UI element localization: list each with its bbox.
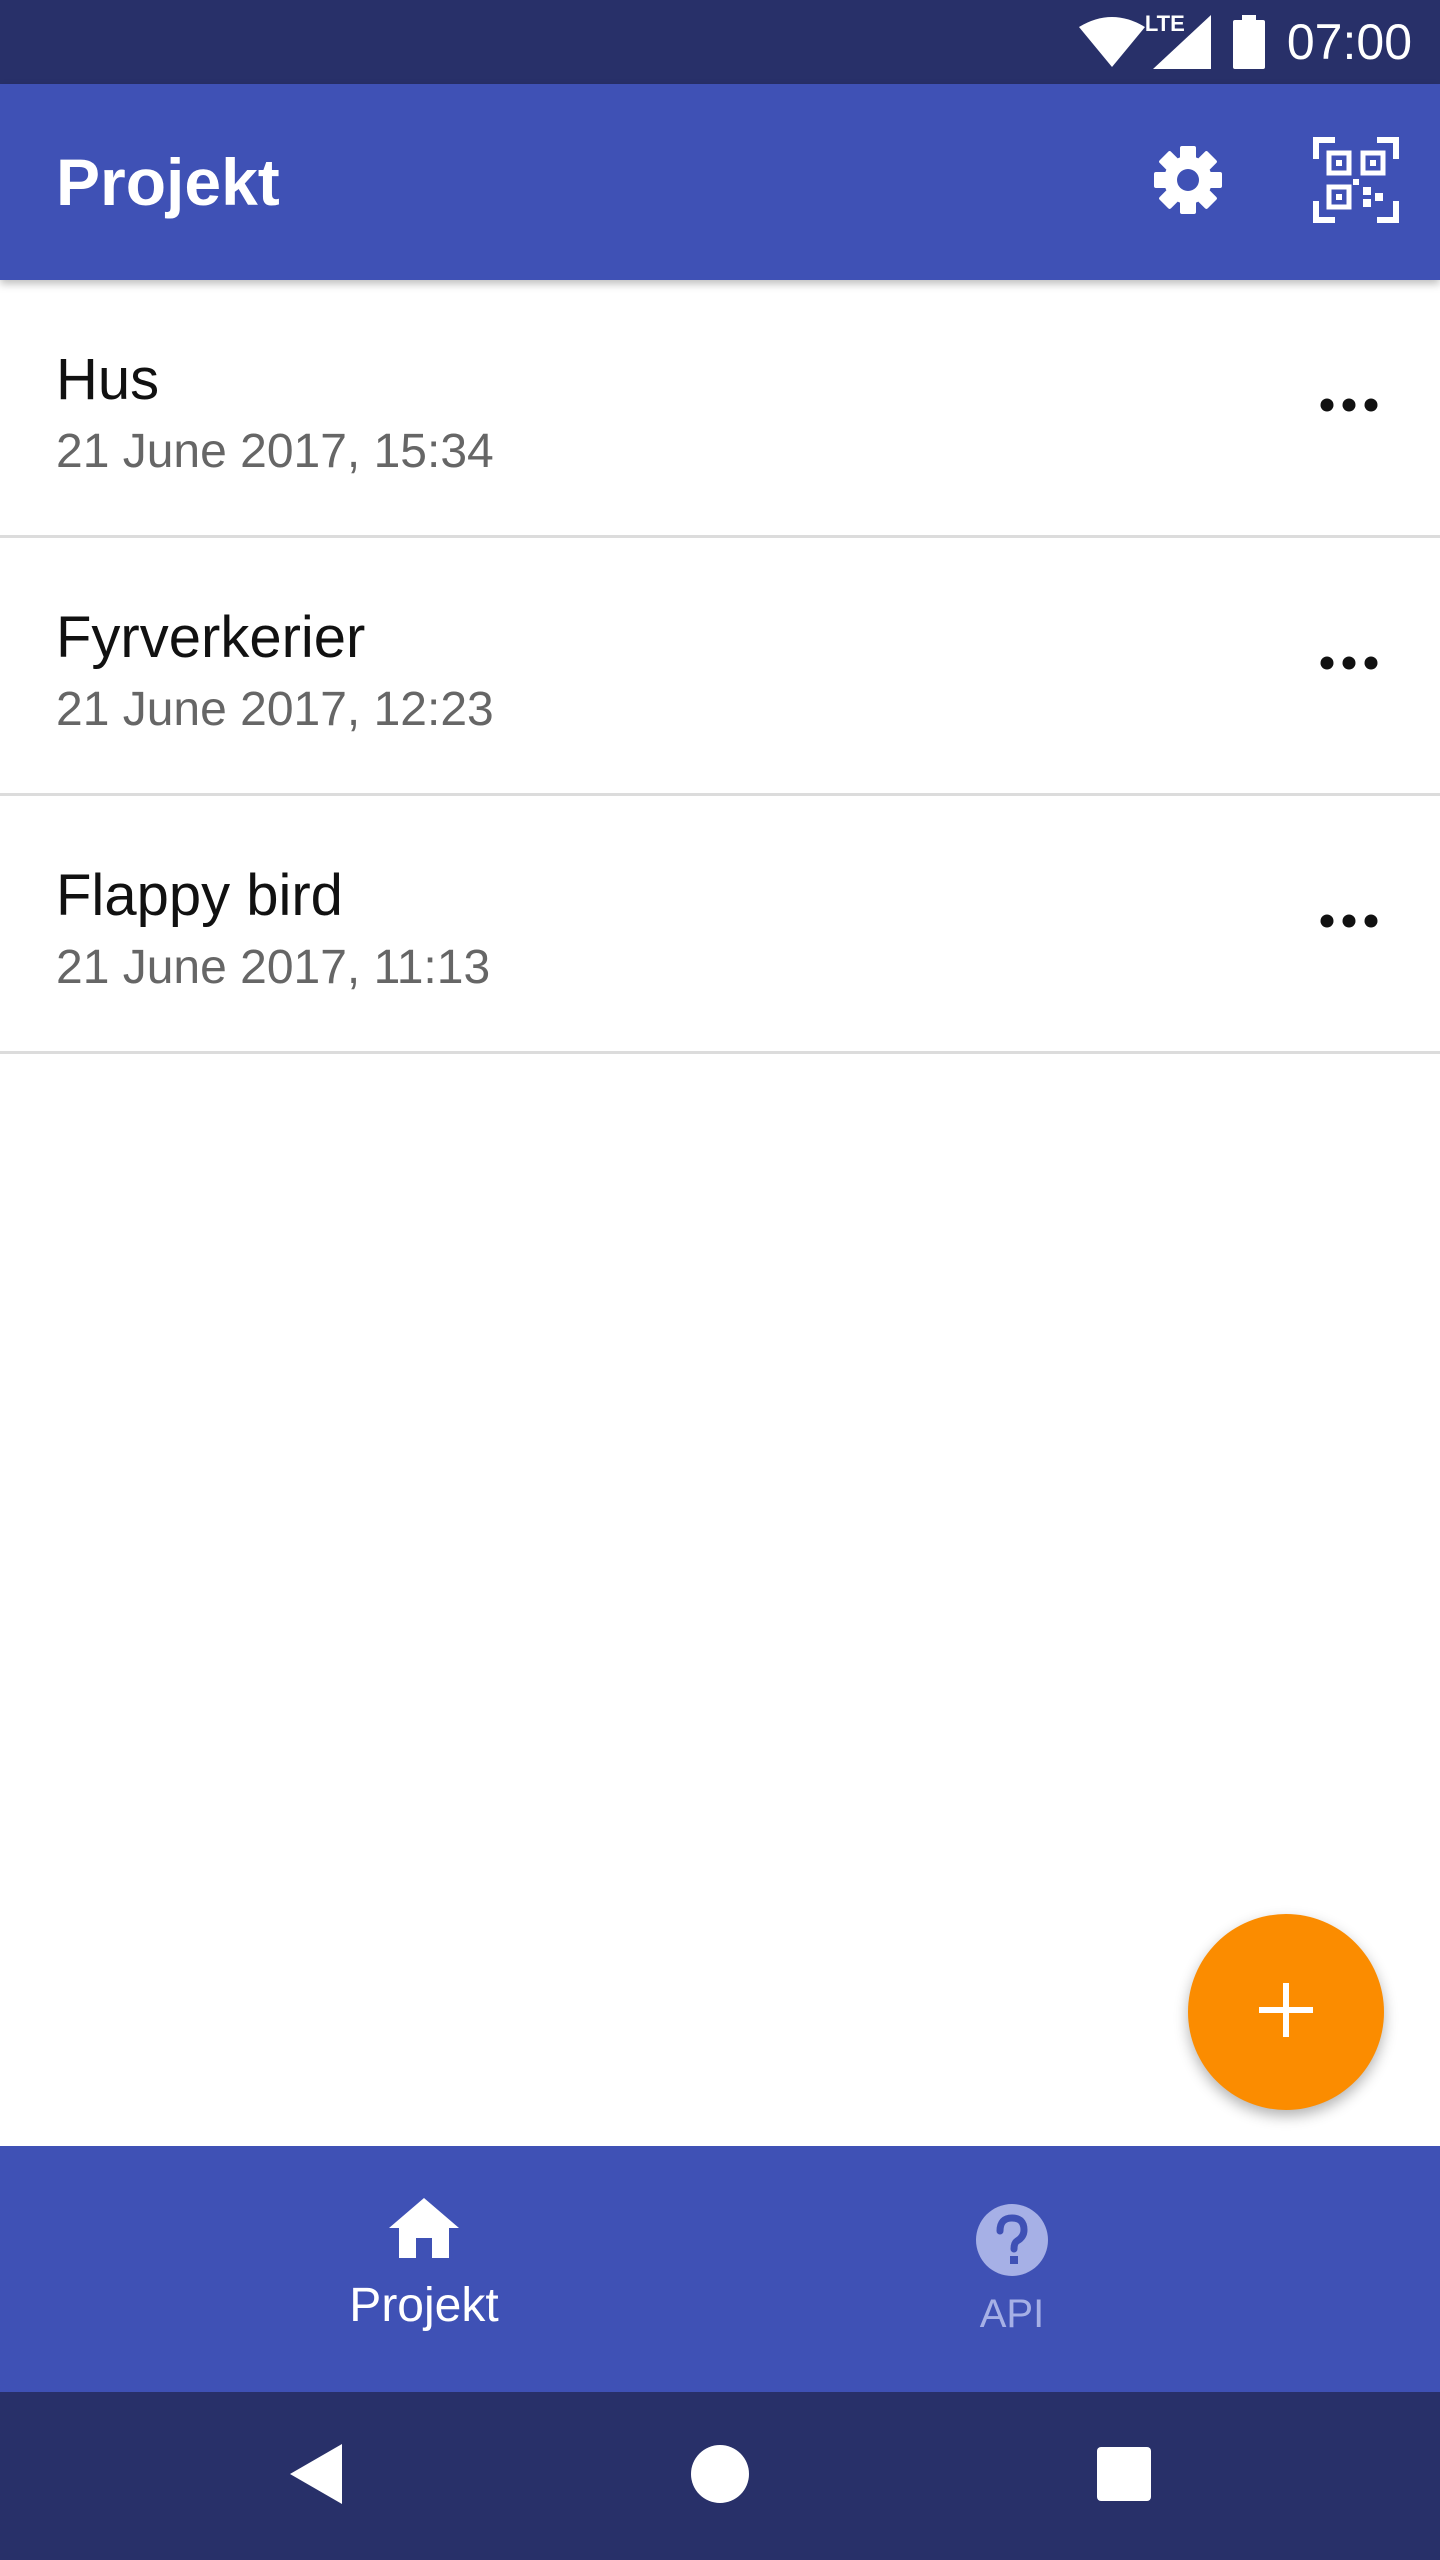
network-type-label: LTE [1144,11,1185,36]
status-time: 07:00 [1286,14,1412,70]
settings-icon [1152,144,1224,221]
project-item[interactable]: Hus 21 June 2017, 15:34 [0,280,1440,538]
bottom-navigation: Projekt API [0,2146,1440,2392]
system-navigation-bar [0,2392,1440,2560]
more-horizontal-icon [1319,655,1379,676]
status-icons: LTE 07:00 [1078,0,1412,84]
more-options-button[interactable] [1304,362,1394,452]
project-title: Fyrverkerier [56,605,366,670]
system-home-button[interactable] [670,2426,770,2526]
more-horizontal-icon [1319,913,1379,934]
project-date: 21 June 2017, 12:23 [56,683,494,736]
project-list: Hus 21 June 2017, 15:34 Fyrverkerier 21 … [0,280,1440,1054]
tab-api[interactable]: API [652,2146,1372,2392]
page-title: Projekt [56,145,280,219]
home-circle-icon [691,2444,749,2508]
settings-button[interactable] [1138,132,1238,232]
cellular-signal-icon: LTE [1145,11,1211,69]
qr-scanner-icon [1313,136,1399,228]
plus-icon [1259,1982,1313,2042]
more-options-button[interactable] [1304,878,1394,968]
project-item[interactable]: Fyrverkerier 21 June 2017, 12:23 [0,538,1440,796]
status-bar: LTE 07:00 [0,0,1440,84]
qr-scanner-button[interactable] [1306,132,1406,232]
help-circle-icon [652,2204,1372,2276]
back-icon [290,2443,342,2509]
system-back-button[interactable] [266,2426,366,2526]
project-date: 21 June 2017, 15:34 [56,425,494,478]
project-title: Flappy bird [56,863,343,928]
app-bar: Projekt [0,84,1440,280]
add-project-button[interactable] [1188,1914,1384,2110]
recents-icon [1097,2446,1151,2506]
project-item[interactable]: Flappy bird 21 June 2017, 11:13 [0,796,1440,1054]
more-options-button[interactable] [1304,620,1394,710]
project-title: Hus [56,347,160,412]
more-horizontal-icon [1319,397,1379,418]
project-date: 21 June 2017, 11:13 [56,941,491,994]
wifi-icon [1078,17,1145,67]
tab-label: API [979,2292,1045,2336]
battery-icon [1232,15,1265,69]
system-recents-button[interactable] [1074,2426,1174,2526]
